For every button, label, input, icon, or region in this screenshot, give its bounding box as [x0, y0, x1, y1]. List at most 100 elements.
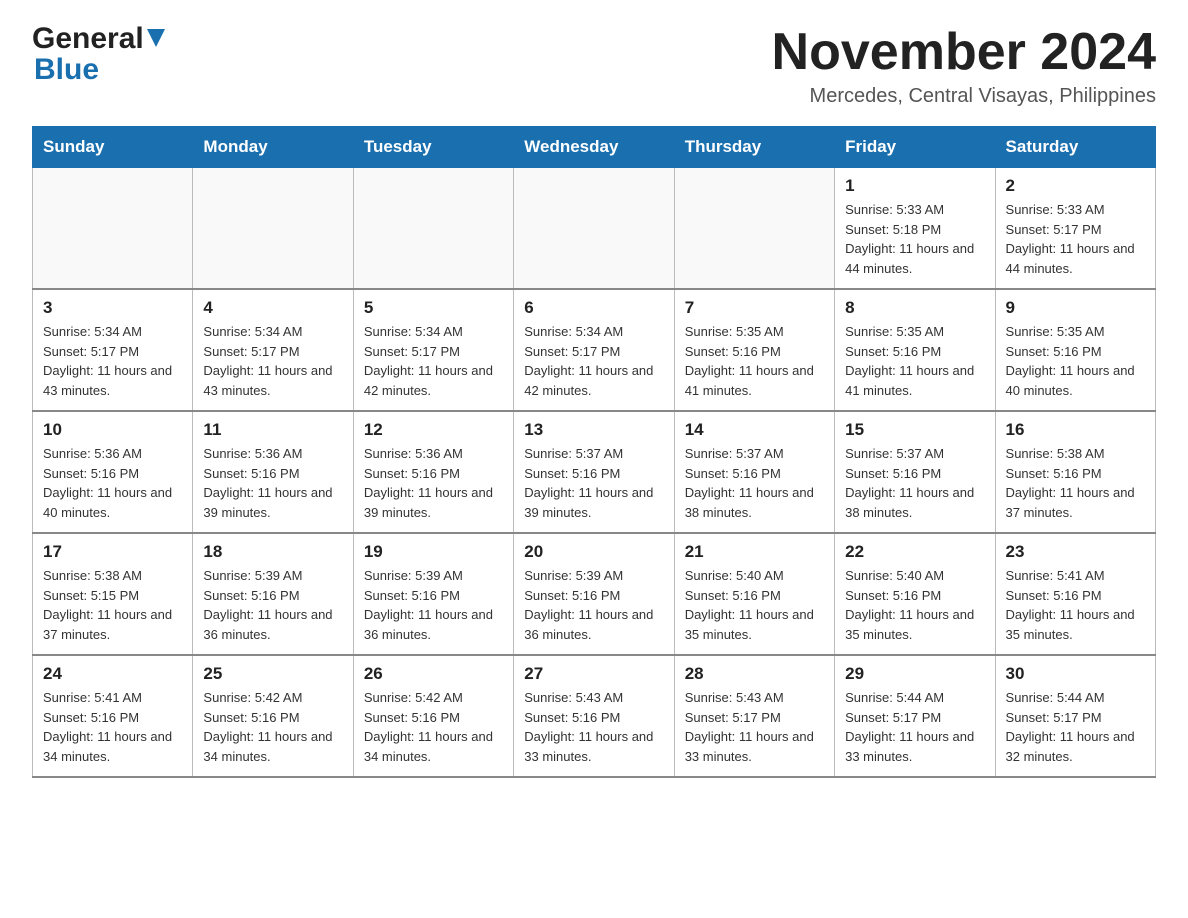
day-number: 19	[364, 542, 503, 562]
logo-blue-text: Blue	[34, 53, 99, 86]
calendar-cell: 2 Sunrise: 5:33 AMSunset: 5:17 PMDaylight…	[995, 168, 1155, 290]
day-info: Sunrise: 5:36 AMSunset: 5:16 PMDaylight:…	[364, 444, 503, 522]
day-info: Sunrise: 5:36 AMSunset: 5:16 PMDaylight:…	[43, 444, 182, 522]
calendar-cell: 28 Sunrise: 5:43 AMSunset: 5:17 PMDayligh…	[674, 655, 834, 777]
day-number: 22	[845, 542, 984, 562]
day-info: Sunrise: 5:34 AMSunset: 5:17 PMDaylight:…	[364, 322, 503, 400]
day-info: Sunrise: 5:41 AMSunset: 5:16 PMDaylight:…	[1006, 566, 1145, 644]
day-number: 23	[1006, 542, 1145, 562]
day-info: Sunrise: 5:39 AMSunset: 5:16 PMDaylight:…	[203, 566, 342, 644]
logo-container: General Blue	[32, 24, 165, 85]
day-number: 5	[364, 298, 503, 318]
calendar-cell: 1 Sunrise: 5:33 AMSunset: 5:18 PMDaylight…	[835, 168, 995, 290]
calendar-cell: 22 Sunrise: 5:40 AMSunset: 5:16 PMDayligh…	[835, 533, 995, 655]
calendar-cell	[33, 168, 193, 290]
day-number: 3	[43, 298, 182, 318]
day-info: Sunrise: 5:38 AMSunset: 5:16 PMDaylight:…	[1006, 444, 1145, 522]
calendar-cell: 20 Sunrise: 5:39 AMSunset: 5:16 PMDayligh…	[514, 533, 674, 655]
day-info: Sunrise: 5:41 AMSunset: 5:16 PMDaylight:…	[43, 688, 182, 766]
day-info: Sunrise: 5:34 AMSunset: 5:17 PMDaylight:…	[524, 322, 663, 400]
weekday-header-wednesday: Wednesday	[514, 127, 674, 168]
weekday-header-friday: Friday	[835, 127, 995, 168]
logo: General Blue	[32, 24, 165, 85]
page-header: General Blue November 2024 Mercedes, Cen…	[32, 24, 1156, 108]
location: Mercedes, Central Visayas, Philippines	[772, 85, 1156, 108]
calendar-cell: 16Sunrise: 5:38 AMSunset: 5:16 PMDayligh…	[995, 411, 1155, 533]
weekday-header-sunday: Sunday	[33, 127, 193, 168]
day-number: 24	[43, 664, 182, 684]
calendar-cell: 6Sunrise: 5:34 AMSunset: 5:17 PMDaylight…	[514, 289, 674, 411]
day-number: 11	[203, 420, 342, 440]
weekday-header-row: SundayMondayTuesdayWednesdayThursdayFrid…	[33, 127, 1156, 168]
day-number: 25	[203, 664, 342, 684]
day-number: 7	[685, 298, 824, 318]
calendar-cell: 21Sunrise: 5:40 AMSunset: 5:16 PMDayligh…	[674, 533, 834, 655]
calendar-cell: 11Sunrise: 5:36 AMSunset: 5:16 PMDayligh…	[193, 411, 353, 533]
day-number: 27	[524, 664, 663, 684]
day-number: 20	[524, 542, 663, 562]
calendar-cell	[514, 168, 674, 290]
day-info: Sunrise: 5:33 AMSunset: 5:18 PMDaylight:…	[845, 200, 984, 278]
day-info: Sunrise: 5:35 AMSunset: 5:16 PMDaylight:…	[845, 322, 984, 400]
day-number: 15	[845, 420, 984, 440]
weekday-header-saturday: Saturday	[995, 127, 1155, 168]
calendar-week-row: 3 Sunrise: 5:34 AMSunset: 5:17 PMDaylight…	[33, 289, 1156, 411]
calendar-cell: 13 Sunrise: 5:37 AMSunset: 5:16 PMDayligh…	[514, 411, 674, 533]
day-info: Sunrise: 5:37 AMSunset: 5:16 PMDaylight:…	[685, 444, 824, 522]
day-number: 2	[1006, 176, 1145, 196]
day-info: Sunrise: 5:42 AMSunset: 5:16 PMDaylight:…	[203, 688, 342, 766]
day-info: Sunrise: 5:35 AMSunset: 5:16 PMDaylight:…	[685, 322, 824, 400]
day-number: 9	[1006, 298, 1145, 318]
calendar-cell: 7 Sunrise: 5:35 AMSunset: 5:16 PMDaylight…	[674, 289, 834, 411]
calendar-cell: 15 Sunrise: 5:37 AMSunset: 5:16 PMDayligh…	[835, 411, 995, 533]
day-number: 17	[43, 542, 182, 562]
calendar-cell: 10 Sunrise: 5:36 AMSunset: 5:16 PMDayligh…	[33, 411, 193, 533]
day-number: 13	[524, 420, 663, 440]
day-info: Sunrise: 5:43 AMSunset: 5:16 PMDaylight:…	[524, 688, 663, 766]
calendar-cell	[353, 168, 513, 290]
calendar-cell: 25 Sunrise: 5:42 AMSunset: 5:16 PMDayligh…	[193, 655, 353, 777]
day-info: Sunrise: 5:34 AMSunset: 5:17 PMDaylight:…	[43, 322, 182, 400]
day-number: 4	[203, 298, 342, 318]
calendar-cell: 17 Sunrise: 5:38 AMSunset: 5:15 PMDayligh…	[33, 533, 193, 655]
day-info: Sunrise: 5:40 AMSunset: 5:16 PMDaylight:…	[845, 566, 984, 644]
day-number: 10	[43, 420, 182, 440]
calendar-cell: 4 Sunrise: 5:34 AMSunset: 5:17 PMDaylight…	[193, 289, 353, 411]
calendar-week-row: 10 Sunrise: 5:36 AMSunset: 5:16 PMDayligh…	[33, 411, 1156, 533]
day-info: Sunrise: 5:39 AMSunset: 5:16 PMDaylight:…	[364, 566, 503, 644]
day-info: Sunrise: 5:42 AMSunset: 5:16 PMDaylight:…	[364, 688, 503, 766]
day-info: Sunrise: 5:44 AMSunset: 5:17 PMDaylight:…	[1006, 688, 1145, 766]
day-number: 18	[203, 542, 342, 562]
day-number: 8	[845, 298, 984, 318]
day-info: Sunrise: 5:43 AMSunset: 5:17 PMDaylight:…	[685, 688, 824, 766]
day-info: Sunrise: 5:35 AMSunset: 5:16 PMDaylight:…	[1006, 322, 1145, 400]
day-number: 26	[364, 664, 503, 684]
day-number: 29	[845, 664, 984, 684]
weekday-header-tuesday: Tuesday	[353, 127, 513, 168]
calendar-cell: 23 Sunrise: 5:41 AMSunset: 5:16 PMDayligh…	[995, 533, 1155, 655]
calendar-cell: 19 Sunrise: 5:39 AMSunset: 5:16 PMDayligh…	[353, 533, 513, 655]
calendar-cell: 29Sunrise: 5:44 AMSunset: 5:17 PMDayligh…	[835, 655, 995, 777]
day-info: Sunrise: 5:38 AMSunset: 5:15 PMDaylight:…	[43, 566, 182, 644]
calendar-week-row: 24 Sunrise: 5:41 AMSunset: 5:16 PMDayligh…	[33, 655, 1156, 777]
day-number: 21	[685, 542, 824, 562]
day-info: Sunrise: 5:39 AMSunset: 5:16 PMDaylight:…	[524, 566, 663, 644]
day-info: Sunrise: 5:33 AMSunset: 5:17 PMDaylight:…	[1006, 200, 1145, 278]
calendar-cell	[193, 168, 353, 290]
calendar-cell	[674, 168, 834, 290]
day-info: Sunrise: 5:37 AMSunset: 5:16 PMDaylight:…	[524, 444, 663, 522]
day-number: 28	[685, 664, 824, 684]
calendar-cell: 9 Sunrise: 5:35 AMSunset: 5:16 PMDaylight…	[995, 289, 1155, 411]
calendar-cell: 27 Sunrise: 5:43 AMSunset: 5:16 PMDayligh…	[514, 655, 674, 777]
day-number: 12	[364, 420, 503, 440]
day-number: 1	[845, 176, 984, 196]
title-section: November 2024 Mercedes, Central Visayas,…	[772, 24, 1156, 108]
day-info: Sunrise: 5:37 AMSunset: 5:16 PMDaylight:…	[845, 444, 984, 522]
logo-general-text: General	[32, 24, 144, 54]
weekday-header-thursday: Thursday	[674, 127, 834, 168]
calendar-table: SundayMondayTuesdayWednesdayThursdayFrid…	[32, 126, 1156, 778]
calendar-cell: 30Sunrise: 5:44 AMSunset: 5:17 PMDayligh…	[995, 655, 1155, 777]
day-info: Sunrise: 5:34 AMSunset: 5:17 PMDaylight:…	[203, 322, 342, 400]
calendar-cell: 8 Sunrise: 5:35 AMSunset: 5:16 PMDaylight…	[835, 289, 995, 411]
calendar-cell: 18 Sunrise: 5:39 AMSunset: 5:16 PMDayligh…	[193, 533, 353, 655]
